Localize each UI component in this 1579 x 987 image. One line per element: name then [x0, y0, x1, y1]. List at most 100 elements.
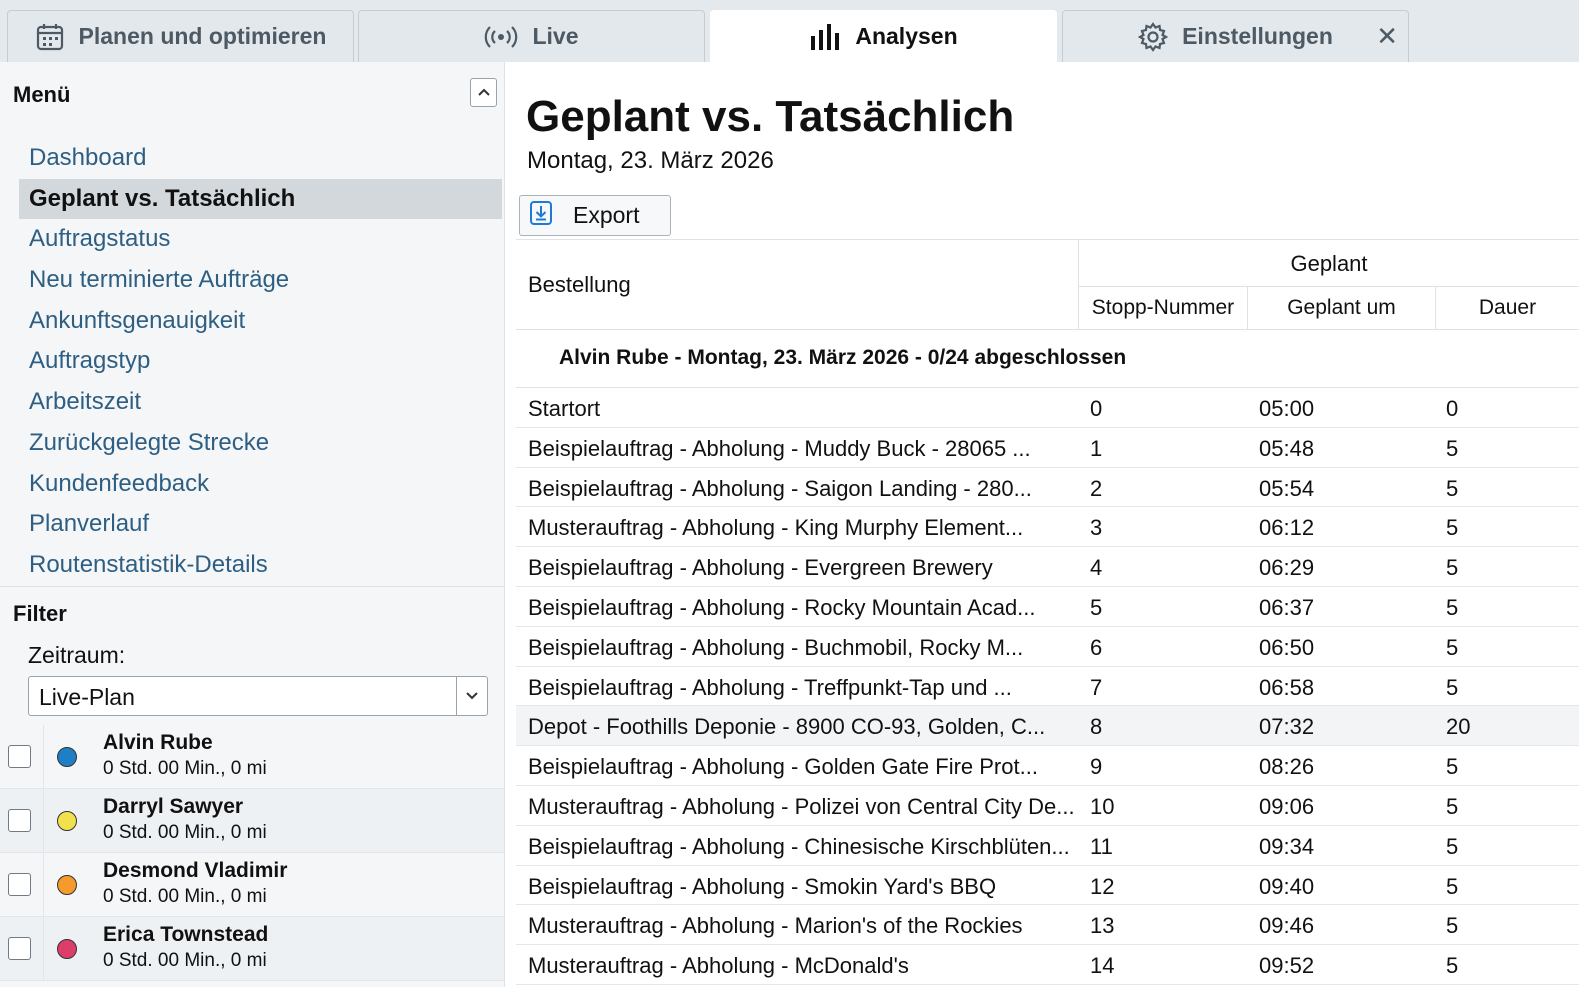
- column-header-stopp-nummer[interactable]: Stopp-Nummer: [1078, 287, 1247, 329]
- menu-item-zurueckgelegte-strecke[interactable]: Zurückgelegte Strecke: [19, 423, 502, 464]
- cell-duration: 5: [1446, 793, 1459, 819]
- table-row[interactable]: Musterauftrag - Abholung - Polizei von C…: [516, 786, 1579, 826]
- menu-item-kundenfeedback[interactable]: Kundenfeedback: [19, 464, 502, 505]
- driver-color-dot: [57, 875, 77, 895]
- menu-item-neu-terminierte-auftraege[interactable]: Neu terminierte Aufträge: [19, 260, 502, 301]
- collapse-menu-button[interactable]: [470, 78, 497, 107]
- menu-item-ankunftsgenauigkeit[interactable]: Ankunftsgenauigkeit: [19, 301, 502, 342]
- close-icon[interactable]: ✕: [1376, 23, 1398, 49]
- menu-item-routenstatistik-details[interactable]: Routenstatistik-Details: [19, 545, 502, 586]
- sidebar-divider: [0, 586, 504, 587]
- table-header: Bestellung Geplant Stopp-Nummer Geplant …: [516, 239, 1579, 329]
- table-row[interactable]: Musterauftrag - Abholung - Marion's of t…: [516, 905, 1579, 946]
- cell-duration: 5: [1446, 555, 1459, 581]
- cell-duration: 5: [1446, 754, 1459, 780]
- tab-live[interactable]: Live: [358, 10, 705, 62]
- table-row[interactable]: Beispielauftrag - Abholung - Smokin Yard…: [516, 866, 1579, 906]
- cell-order: Musterauftrag - Abholung - Polizei von C…: [528, 793, 1073, 819]
- cell-stop: 10: [1090, 793, 1115, 819]
- chevron-down-icon[interactable]: [456, 677, 487, 715]
- table-body: Startort 0 05:00 0 Beispielauftrag - Abholu…: [516, 388, 1579, 985]
- driver-checkbox[interactable]: [8, 873, 31, 896]
- menu-item-dashboard[interactable]: Dashboard: [19, 138, 502, 179]
- menu-item-auftragstatus[interactable]: Auftragstatus: [19, 219, 502, 260]
- cell-time: 07:32: [1259, 714, 1315, 740]
- download-icon: [529, 200, 553, 232]
- driver-summary: 0 Std. 00 Min., 0 mi: [103, 758, 267, 779]
- tab-analysen[interactable]: Analysen: [710, 10, 1057, 62]
- cell-stop: 12: [1090, 873, 1115, 899]
- table-row[interactable]: Beispielauftrag - Abholung - Treffpunkt-…: [516, 667, 1579, 707]
- driver-color-dot: [57, 811, 77, 831]
- cell-order: Startort: [528, 396, 601, 421]
- menu-item-auftragstyp[interactable]: Auftragstyp: [19, 341, 502, 382]
- bar-chart-icon: [809, 23, 841, 50]
- cell-order: Beispielauftrag - Abholung - Smokin Yard…: [528, 873, 997, 899]
- row-divider: [43, 853, 44, 917]
- menu-item-planverlauf[interactable]: Planverlauf: [19, 504, 502, 545]
- cell-order: Musterauftrag - Abholung - Marion's of t…: [528, 913, 1023, 939]
- cell-stop: 3: [1090, 515, 1103, 541]
- table-row[interactable]: Beispielauftrag - Abholung - Evergreen B…: [516, 547, 1579, 587]
- cell-stop: 6: [1090, 634, 1103, 660]
- driver-checkbox[interactable]: [8, 937, 31, 960]
- menu-item-arbeitszeit[interactable]: Arbeitszeit: [19, 382, 502, 423]
- table-row[interactable]: Startort 0 05:00 0: [516, 388, 1579, 428]
- column-header-dauer[interactable]: Dauer: [1435, 287, 1579, 329]
- tab-label: Einstellungen: [1182, 23, 1333, 49]
- tab-einstellungen[interactable]: Einstellungen ✕: [1062, 10, 1409, 62]
- cell-duration: 5: [1446, 913, 1459, 939]
- cell-duration: 0: [1446, 396, 1459, 421]
- menu-item-geplant-vs-tatsaechlich[interactable]: Geplant vs. Tatsächlich: [19, 178, 502, 220]
- cell-duration: 5: [1446, 674, 1459, 700]
- driver-summary: 0 Std. 00 Min., 0 mi: [103, 886, 267, 907]
- cell-order: Beispielauftrag - Abholung - Treffpunkt-…: [528, 674, 1012, 700]
- table-row[interactable]: Musterauftrag - Abholung - McDonald's 14 0…: [516, 945, 1579, 985]
- page-title: Geplant vs. Tatsächlich: [526, 92, 1015, 141]
- table-row[interactable]: Beispielauftrag - Abholung - Muddy Buck …: [516, 428, 1579, 468]
- tab-label: Live: [532, 23, 579, 49]
- zeitraum-label: Zeitraum:: [28, 642, 126, 668]
- tab-planen[interactable]: Planen und optimieren: [7, 10, 354, 62]
- cell-duration: 5: [1446, 475, 1459, 501]
- cell-time: 09:46: [1259, 913, 1315, 939]
- table-row[interactable]: Beispielauftrag - Abholung - Chinesische…: [516, 826, 1579, 866]
- table-row[interactable]: Beispielauftrag - Abholung - Saigon Land…: [516, 468, 1579, 508]
- driver-name: Alvin Rube: [103, 731, 213, 754]
- table-row[interactable]: Beispielauftrag - Abholung - Rocky Mount…: [516, 587, 1579, 627]
- row-divider: [43, 789, 44, 853]
- cell-stop: 13: [1090, 913, 1115, 939]
- cell-stop: 4: [1090, 555, 1103, 581]
- driver-row: Erica Townstead 0 Std. 00 Min., 0 mi: [0, 917, 504, 981]
- cell-duration: 5: [1446, 515, 1459, 541]
- column-header-geplant-um[interactable]: Geplant um: [1247, 287, 1435, 329]
- table-row[interactable]: Beispielauftrag - Abholung - Golden Gate…: [516, 746, 1579, 786]
- menu-list: Dashboard Geplant vs. Tatsächlich Auftra…: [19, 138, 502, 586]
- export-button[interactable]: Export: [519, 195, 671, 236]
- column-header-bestellung[interactable]: Bestellung: [528, 272, 631, 298]
- driver-group-row[interactable]: Alvin Rube - Montag, 23. März 2026 - 0/2…: [516, 329, 1579, 388]
- column-group-geplant: Geplant: [1078, 240, 1579, 287]
- cell-time: 06:37: [1259, 594, 1315, 620]
- table-row[interactable]: Depot - Foothills Deponie - 8900 CO-93, …: [516, 706, 1579, 747]
- driver-checkbox[interactable]: [8, 745, 31, 768]
- plan-table: Bestellung Geplant Stopp-Nummer Geplant …: [516, 239, 1579, 985]
- calendar-icon: [35, 22, 65, 52]
- cell-time: 05:48: [1259, 435, 1315, 461]
- driver-color-dot: [57, 939, 77, 959]
- cell-duration: 5: [1446, 873, 1459, 899]
- cell-duration: 5: [1446, 634, 1459, 660]
- cell-order: Musterauftrag - Abholung - King Murphy E…: [528, 515, 1024, 541]
- table-row[interactable]: Musterauftrag - Abholung - King Murphy E…: [516, 507, 1579, 548]
- filter-title: Filter: [13, 601, 67, 626]
- chevron-up-icon: [477, 84, 491, 102]
- cell-time: 05:54: [1259, 475, 1315, 501]
- cell-stop: 14: [1090, 953, 1115, 979]
- zeitraum-select-value: Live-Plan: [39, 684, 135, 710]
- zeitraum-select[interactable]: Live-Plan: [28, 676, 488, 716]
- table-row[interactable]: Beispielauftrag - Abholung - Buchmobil, …: [516, 627, 1579, 667]
- cell-time: 06:12: [1259, 515, 1315, 541]
- cell-time: 09:34: [1259, 833, 1315, 859]
- broadcast-icon: [484, 24, 518, 50]
- driver-checkbox[interactable]: [8, 809, 31, 832]
